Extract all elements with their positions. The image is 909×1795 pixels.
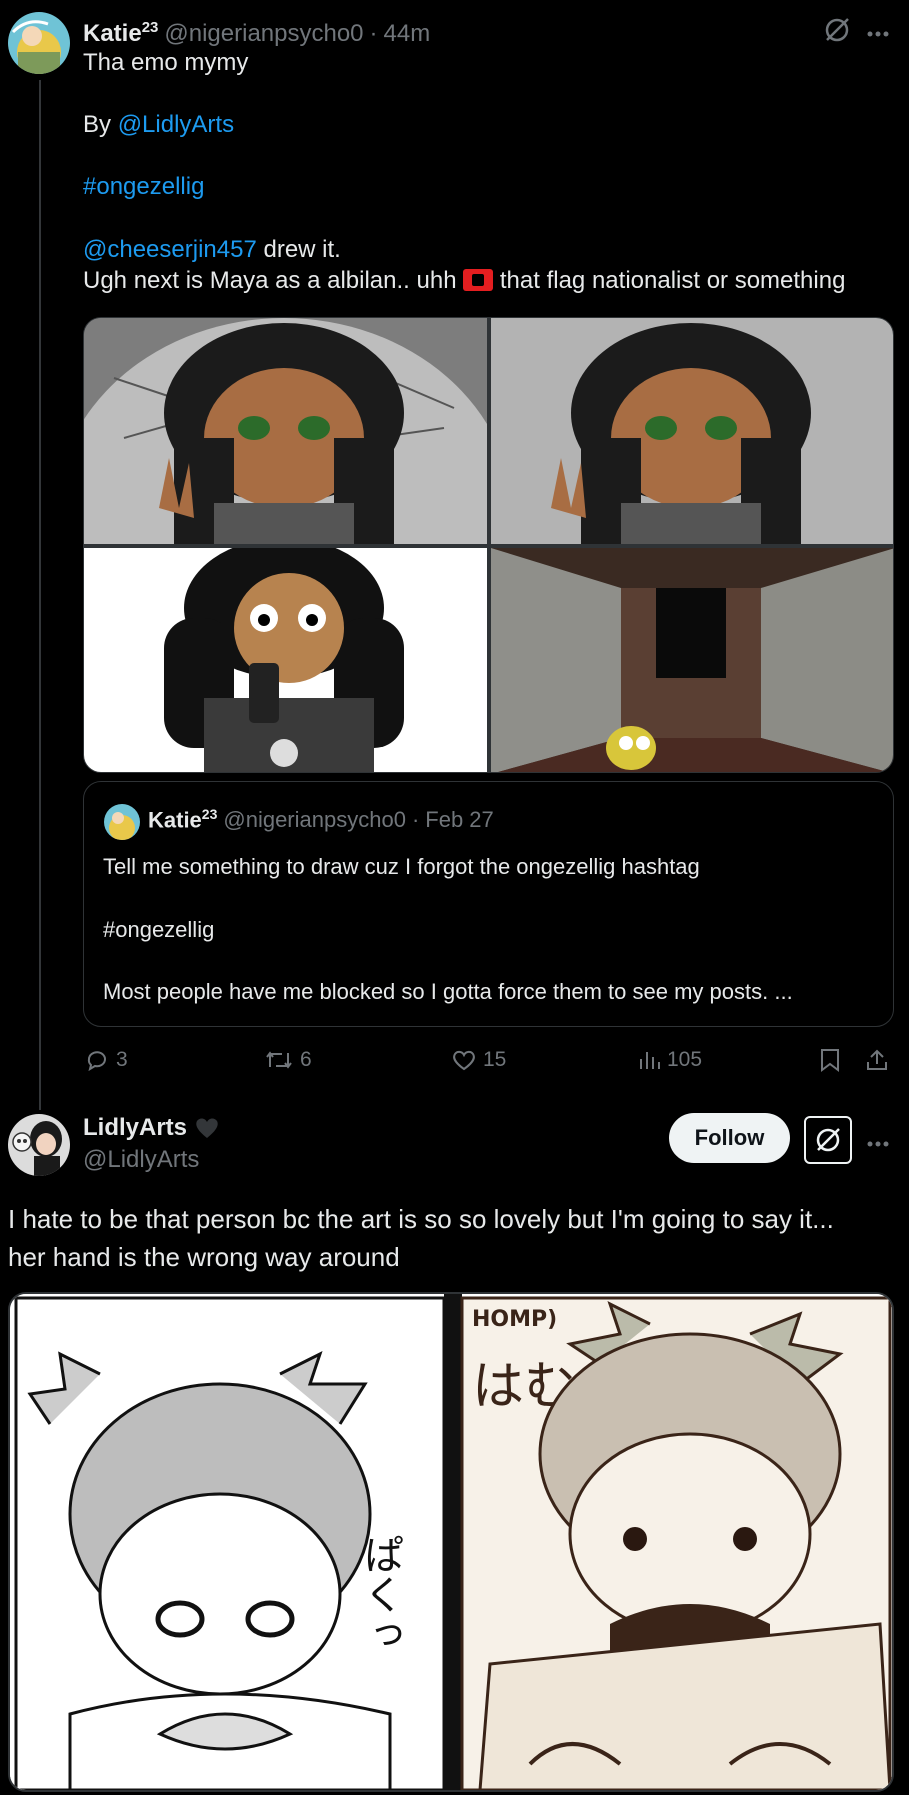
- hashtag-link[interactable]: #ongezellig: [83, 171, 204, 202]
- quote-text-line3: Most people have me blocked so I gotta f…: [103, 979, 793, 1004]
- quote-date: Feb 27: [425, 807, 494, 833]
- grok-button[interactable]: [804, 1116, 852, 1164]
- media-image-2[interactable]: [491, 318, 893, 544]
- views-button[interactable]: 105: [637, 1047, 702, 1073]
- mention-link[interactable]: @LidlyArts: [118, 111, 234, 138]
- media-image-1[interactable]: [84, 318, 487, 544]
- separator: ·: [369, 20, 378, 47]
- black-heart-icon: [196, 1117, 218, 1138]
- media-image-3[interactable]: [84, 548, 487, 772]
- quote-header: Katie23 @nigerianpsycho0 · Feb 27: [148, 806, 494, 833]
- share-button[interactable]: [865, 1047, 889, 1073]
- flag-line-after: that flag nationalist or something: [493, 267, 846, 294]
- bookmark-icon: [821, 1049, 839, 1072]
- quoted-post[interactable]: Katie23 @nigerianpsycho0 · Feb 27 Tell m…: [83, 781, 894, 1027]
- follow-button[interactable]: Follow: [669, 1113, 790, 1163]
- credit-suffix: drew it.: [256, 236, 341, 263]
- quote-display-name: Katie23: [148, 806, 218, 833]
- display-name[interactable]: Katie23: [83, 12, 158, 49]
- like-icon: [453, 1050, 475, 1071]
- views-count: 105: [667, 1048, 703, 1071]
- post2-name-row: LidlyArts: [83, 1112, 221, 1143]
- avatar[interactable]: [8, 1114, 70, 1176]
- share-icon: [867, 1049, 887, 1070]
- media-image-4[interactable]: [491, 548, 893, 772]
- avatar[interactable]: [8, 12, 70, 74]
- bookmark-button[interactable]: [819, 1047, 841, 1073]
- display-name[interactable]: LidlyArts: [83, 1112, 187, 1143]
- manga-left-sfx: ぱくっ: [357, 1534, 403, 1654]
- albania-flag-icon: [463, 269, 494, 291]
- timestamp[interactable]: 44m: [384, 18, 431, 49]
- like-button[interactable]: 15: [451, 1047, 506, 1073]
- quote-text-line2: #ongezellig: [103, 917, 215, 942]
- thread-line: [39, 80, 41, 1110]
- post1-text-line1: Tha emo mymy: [83, 49, 249, 76]
- handle[interactable]: @nigerianpsycho0: [164, 18, 363, 49]
- more-icon[interactable]: [866, 25, 890, 37]
- post1-header: Katie23 @nigerianpsycho0 · 44m: [83, 12, 430, 49]
- by-prefix: By: [83, 111, 118, 138]
- post2-text-line1: I hate to be that person bc the art is s…: [8, 1204, 834, 1234]
- manga-right-sfx-en: HOMP): [472, 1307, 557, 1332]
- post2-text: I hate to be that person bc the art is s…: [8, 1200, 834, 1276]
- post2-text-line2: her hand is the wrong way around: [8, 1242, 400, 1272]
- repost-icon: [266, 1051, 292, 1069]
- flag-line-before: Ugh next is Maya as a albilan.. uhh: [83, 267, 464, 294]
- grok-icon: [816, 1128, 840, 1152]
- post1-by-line: By @LidlyArts: [83, 109, 234, 140]
- quote-text-line1: Tell me something to draw cuz I forgot t…: [103, 854, 700, 879]
- post1-flag-line: Ugh next is Maya as a albilan.. uhh that…: [83, 265, 845, 296]
- media-grid: [83, 317, 894, 773]
- mention-link[interactable]: @cheeserjin457: [83, 236, 257, 263]
- repost-button[interactable]: 6: [264, 1047, 312, 1073]
- reply-count: 3: [116, 1048, 128, 1071]
- handle[interactable]: @LidlyArts: [83, 1144, 199, 1175]
- separator: ·: [411, 807, 420, 833]
- more-icon[interactable]: [866, 1135, 890, 1147]
- like-count: 15: [483, 1048, 507, 1071]
- quote-handle: @nigerianpsycho0: [223, 807, 406, 833]
- post1-credit-line: @cheeserjin457 drew it.: [83, 234, 341, 265]
- avatar: [104, 804, 140, 840]
- reply-button[interactable]: 3: [84, 1047, 128, 1073]
- reply-icon: [87, 1051, 106, 1072]
- views-icon: [640, 1052, 660, 1069]
- repost-count: 6: [300, 1048, 312, 1071]
- grok-icon[interactable]: [822, 15, 852, 45]
- manga-image[interactable]: ぱくっ HOMP) はむ: [8, 1292, 894, 1792]
